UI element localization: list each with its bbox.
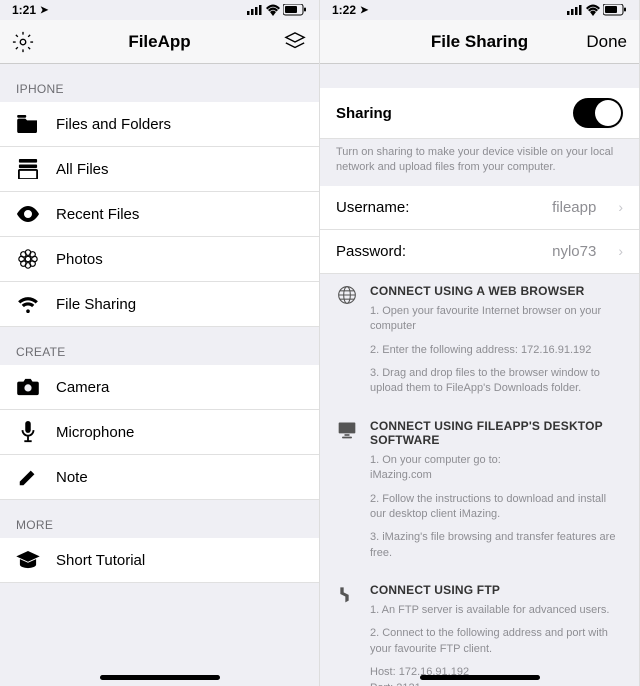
status-bar: 1:21 ➤ xyxy=(0,0,319,20)
row-label: Recent Files xyxy=(56,206,303,223)
row-short-tutorial[interactable]: Short Tutorial xyxy=(0,538,319,583)
instructions-desktop: CONNECT USING FILEAPP'S DESKTOP SOFTWARE… xyxy=(320,409,639,573)
inst-step: 2. Enter the following address: 172.16.9… xyxy=(370,343,623,358)
sharing-hint: Turn on sharing to make your device visi… xyxy=(320,139,639,186)
section-header-create: CREATE xyxy=(0,327,319,365)
inst-step: 2. Follow the instructions to download a… xyxy=(370,492,623,523)
row-label: Photos xyxy=(56,251,303,268)
inst-web-title: CONNECT USING A WEB BROWSER xyxy=(370,284,623,298)
row-note[interactable]: Note xyxy=(0,455,319,500)
row-username[interactable]: Username: fileapp › xyxy=(320,186,639,230)
location-icon: ➤ xyxy=(360,5,368,16)
battery-icon xyxy=(603,4,627,16)
row-sharing-toggle[interactable]: Sharing xyxy=(320,88,639,139)
row-label: Note xyxy=(56,469,303,486)
wifi-icon xyxy=(16,292,40,316)
screen-fileapp-main: 1:21 ➤ FileApp IPHONE xyxy=(0,0,320,686)
settings-button[interactable] xyxy=(12,31,34,53)
signal-icon xyxy=(247,5,263,15)
status-bar: 1:22 ➤ xyxy=(320,0,639,20)
row-label: Camera xyxy=(56,379,303,396)
row-label: Files and Folders xyxy=(56,116,303,133)
layers-button[interactable] xyxy=(283,31,307,53)
row-photos[interactable]: Photos xyxy=(0,237,319,282)
password-value: nylo73 xyxy=(552,243,596,260)
inst-ftp-title: CONNECT USING FTP xyxy=(370,583,623,597)
files-stack-icon xyxy=(16,157,40,181)
signal-icon xyxy=(567,5,583,15)
inst-desktop-title: CONNECT USING FILEAPP'S DESKTOP SOFTWARE xyxy=(370,419,623,447)
navbar: File Sharing Done xyxy=(320,20,639,64)
status-time: 1:22 xyxy=(332,3,356,17)
content-area: IPHONE Files and Folders All Files Recen… xyxy=(0,64,319,686)
row-recent-files[interactable]: Recent Files xyxy=(0,192,319,237)
home-indicator[interactable] xyxy=(100,675,220,680)
section-header-iphone: IPHONE xyxy=(0,64,319,102)
row-label: Short Tutorial xyxy=(56,552,303,569)
chevron-icon: › xyxy=(618,199,623,215)
wifi-icon xyxy=(265,4,281,16)
ftp-icon xyxy=(336,583,358,605)
chevron-icon: › xyxy=(618,243,623,259)
microphone-icon xyxy=(16,420,40,444)
sharing-label: Sharing xyxy=(336,105,557,122)
desktop-icon xyxy=(336,419,358,441)
row-microphone[interactable]: Microphone xyxy=(0,410,319,455)
username-value: fileapp xyxy=(552,199,596,216)
sharing-toggle[interactable] xyxy=(573,98,623,128)
section-header-more: MORE xyxy=(0,500,319,538)
graduation-icon xyxy=(16,548,40,572)
location-icon: ➤ xyxy=(40,5,48,16)
row-file-sharing[interactable]: File Sharing xyxy=(0,282,319,327)
inst-step: 3. iMazing's file browsing and transfer … xyxy=(370,530,623,561)
username-label: Username: xyxy=(336,199,536,216)
row-files-and-folders[interactable]: Files and Folders xyxy=(0,102,319,147)
battery-icon xyxy=(283,4,307,16)
folder-icon xyxy=(16,112,40,136)
row-label: Microphone xyxy=(56,424,303,441)
inst-step: 1. On your computer go to: iMazing.com xyxy=(370,453,623,484)
instructions-web: CONNECT USING A WEB BROWSER 1. Open your… xyxy=(320,274,639,409)
content-area: Sharing Turn on sharing to make your dev… xyxy=(320,64,639,686)
done-button[interactable]: Done xyxy=(586,32,627,52)
instructions-ftp: CONNECT USING FTP 1. An FTP server is av… xyxy=(320,573,639,686)
inst-step: 3. Drag and drop files to the browser wi… xyxy=(370,366,623,397)
row-label: All Files xyxy=(56,161,303,178)
globe-icon xyxy=(336,284,358,306)
inst-step: 1. An FTP server is available for advanc… xyxy=(370,603,623,618)
password-label: Password: xyxy=(336,243,536,260)
row-camera[interactable]: Camera xyxy=(0,365,319,410)
camera-icon xyxy=(16,375,40,399)
row-password[interactable]: Password: nylo73 › xyxy=(320,230,639,274)
note-icon xyxy=(16,465,40,489)
row-all-files[interactable]: All Files xyxy=(0,147,319,192)
home-indicator[interactable] xyxy=(420,675,540,680)
inst-step: 2. Connect to the following address and … xyxy=(370,626,623,657)
screen-file-sharing: 1:22 ➤ File Sharing Done Sharing Turn on… xyxy=(320,0,640,686)
page-title: FileApp xyxy=(0,32,319,52)
row-label: File Sharing xyxy=(56,296,303,313)
inst-step: 1. Open your favourite Internet browser … xyxy=(370,304,623,335)
wifi-icon xyxy=(585,4,601,16)
status-time: 1:21 xyxy=(12,3,36,17)
photos-icon xyxy=(16,247,40,271)
eye-icon xyxy=(16,202,40,226)
navbar: FileApp xyxy=(0,20,319,64)
